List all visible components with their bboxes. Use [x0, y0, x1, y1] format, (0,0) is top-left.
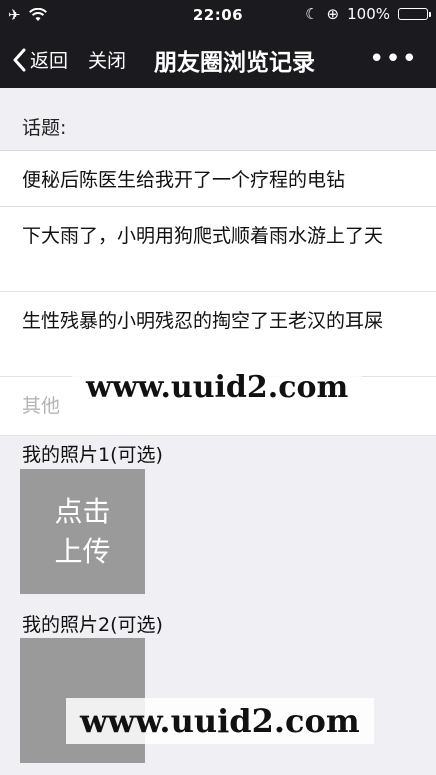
topic-option-2[interactable]: 下大雨了，小明用狗爬式顺着雨水游上了天 [0, 207, 436, 292]
rotation-lock-icon: ⊕ [326, 5, 340, 23]
topic-option-1[interactable]: 便秘后陈医生给我开了一个疗程的电钻 [0, 151, 436, 207]
topic-option-3[interactable]: 生性残暴的小明残忍的掏空了王老汉的耳屎 [0, 292, 436, 377]
more-icon[interactable]: ••• [369, 44, 418, 74]
chevron-left-icon [13, 48, 26, 71]
photo-2-label: 我的照片2(可选) [22, 614, 163, 636]
battery-percent: 100% [347, 5, 390, 23]
status-bar: ✈ 22:06 ☾ ⊕ 100% [0, 0, 436, 30]
status-right: ☾ ⊕ 100% [305, 5, 431, 23]
photo-1-upload-text: 点击上传 [54, 494, 111, 568]
photo-1-label: 我的照片1(可选) [22, 444, 163, 466]
back-button[interactable]: 返回 [12, 46, 68, 73]
watermark-text: www.uuid2.com [72, 366, 363, 409]
moon-icon: ☾ [305, 5, 319, 23]
nav-bar: 返回 关闭 朋友圈浏览记录 ••• [0, 30, 436, 88]
back-label: 返回 [30, 50, 69, 72]
topic-label: 话题: [22, 117, 67, 139]
photo-1-upload-button[interactable]: 点击上传 [20, 469, 145, 594]
close-button[interactable]: 关闭 [88, 46, 126, 73]
page-title: 朋友圈浏览记录 [154, 50, 315, 76]
battery-icon [398, 8, 431, 20]
watermark-text: www.uuid2.com [66, 698, 374, 744]
